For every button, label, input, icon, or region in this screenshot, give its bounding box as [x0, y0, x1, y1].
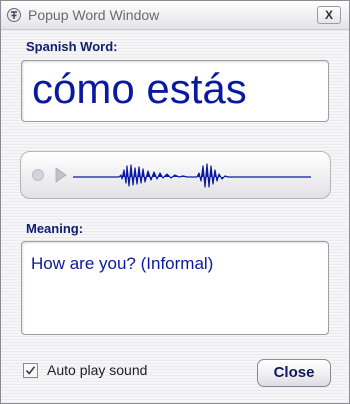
auto-play-label[interactable]: Auto play sound [47, 362, 147, 378]
app-icon [7, 8, 21, 22]
auto-play-checkbox[interactable] [23, 363, 38, 378]
meaning-label: Meaning: [26, 221, 84, 236]
sound-player[interactable] [20, 151, 331, 199]
checkmark-icon [25, 366, 36, 375]
play-icon[interactable] [55, 167, 67, 183]
stop-indicator-icon[interactable] [32, 169, 44, 181]
spanish-word-label: Spanish Word: [26, 39, 118, 54]
spanish-word: cómo estás [32, 65, 247, 112]
meaning-text: How are you? (Informal) [31, 254, 214, 273]
title-bar[interactable]: Popup Word Window X [1, 1, 349, 30]
meaning-box: How are you? (Informal) [21, 241, 329, 335]
popup-word-window: Popup Word Window X Spanish Word: cómo e… [0, 0, 350, 404]
window-title: Popup Word Window [28, 7, 160, 23]
close-button[interactable]: Close [257, 359, 331, 387]
title-close-button[interactable]: X [317, 6, 341, 24]
spanish-word-box: cómo estás [21, 60, 329, 122]
sound-waveform[interactable] [73, 163, 311, 188]
